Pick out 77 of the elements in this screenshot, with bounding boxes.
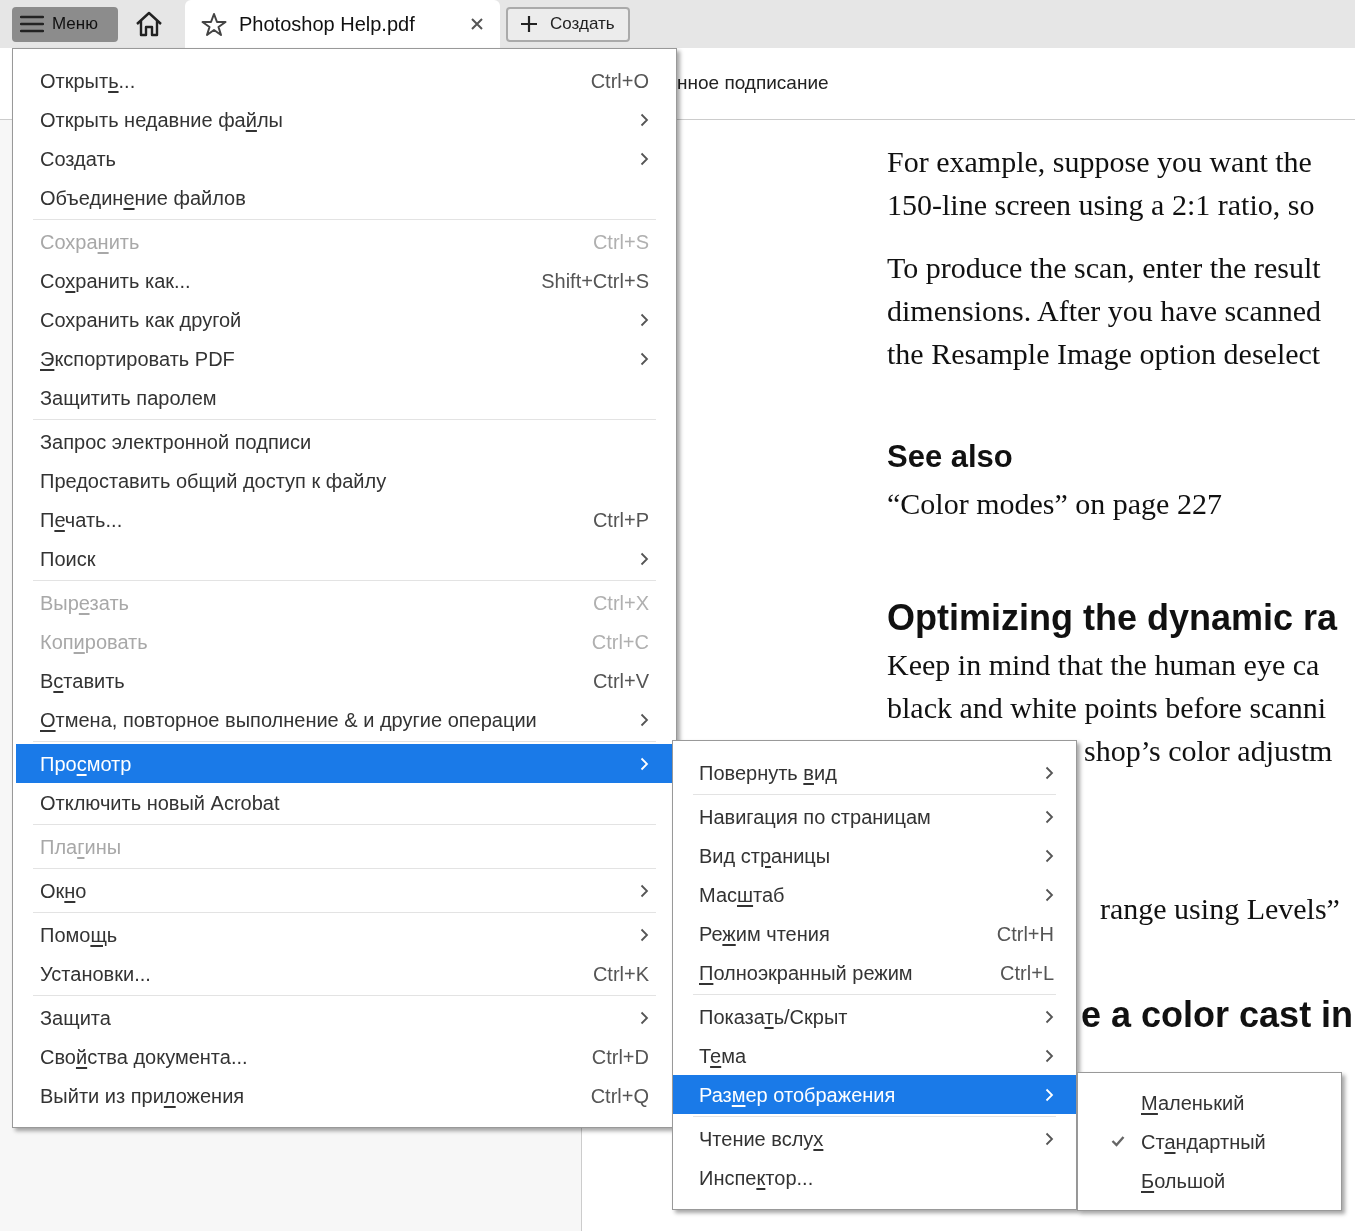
chevron-right-icon bbox=[640, 351, 649, 366]
menu-item[interactable]: Открыть недавние файлы bbox=[16, 100, 673, 139]
section-heading: Optimizing the dynamic ra bbox=[887, 596, 1338, 640]
document-text-line: black and white points before scanni bbox=[887, 690, 1327, 726]
menu-item[interactable]: Экспортировать PDF bbox=[16, 339, 673, 378]
chevron-right-icon bbox=[1045, 848, 1054, 863]
plus-icon bbox=[520, 15, 538, 33]
document-text-line: To produce the scan, enter the result bbox=[887, 250, 1321, 286]
chevron-right-icon bbox=[640, 551, 649, 566]
chevron-right-icon bbox=[640, 756, 649, 771]
menu-item[interactable]: Тема bbox=[673, 1036, 1076, 1075]
chevron-right-icon bbox=[1045, 1087, 1054, 1102]
chevron-right-icon bbox=[640, 312, 649, 327]
menu-item[interactable]: Сохранить как... Shift+Ctrl+S bbox=[16, 261, 673, 300]
toolbar-label: нное подписание bbox=[677, 71, 829, 96]
chevron-right-icon bbox=[1045, 887, 1054, 902]
document-text-line: dimensions. After you have scanned bbox=[887, 293, 1322, 329]
document-text-line: shop’s color adjustm bbox=[1084, 733, 1333, 769]
create-button[interactable]: Создать bbox=[506, 6, 630, 42]
document-text-line: the Resample Image option deselect bbox=[887, 336, 1321, 372]
chevron-right-icon bbox=[1045, 809, 1054, 824]
menu-item[interactable]: Отмена, повторное выполнение & и другие операции bbox=[16, 700, 673, 739]
document-text-line: For example, suppose you want the bbox=[887, 144, 1312, 180]
section-heading: e a color cast in bbox=[1081, 993, 1354, 1037]
menu-option[interactable]: Большой bbox=[1078, 1161, 1341, 1200]
menu-item[interactable]: Размер отображения bbox=[673, 1075, 1076, 1114]
chevron-right-icon bbox=[640, 927, 649, 942]
document-text-line: range using Levels” bbox=[1100, 891, 1340, 927]
menu-item[interactable]: Окно bbox=[16, 871, 673, 910]
menu-item[interactable]: Создать bbox=[16, 139, 673, 178]
tab-title: Photoshop Help.pdf bbox=[239, 12, 416, 37]
menu-option[interactable]: Маленький bbox=[1078, 1083, 1341, 1122]
menu-item[interactable]: Навигация по страницам bbox=[673, 797, 1076, 836]
menu-item[interactable]: Установки... Ctrl+K bbox=[16, 954, 673, 993]
menu-item[interactable]: Защитить паролем bbox=[16, 378, 673, 417]
menu-item[interactable]: Повернуть вид bbox=[673, 753, 1076, 792]
menu-item[interactable]: Свойства документа... Ctrl+D bbox=[16, 1037, 673, 1076]
document-text-line: Keep in mind that the human eye ca bbox=[887, 647, 1320, 683]
menu-item[interactable]: Печать... Ctrl+P bbox=[16, 500, 673, 539]
chevron-right-icon bbox=[1045, 765, 1054, 780]
menu-item[interactable]: Выйти из приложения Ctrl+Q bbox=[16, 1076, 673, 1115]
star-icon bbox=[201, 11, 227, 37]
menu-item[interactable]: Объединение файлов bbox=[16, 178, 673, 217]
menu-option[interactable]: Стандартный bbox=[1078, 1122, 1341, 1161]
home-icon bbox=[135, 11, 163, 37]
chevron-right-icon bbox=[640, 883, 649, 898]
menu-item[interactable]: Просмотр bbox=[16, 744, 673, 783]
menu-icon bbox=[20, 15, 44, 33]
menu-item[interactable]: Режим чтения Ctrl+H bbox=[673, 914, 1076, 953]
menu-button[interactable]: Меню bbox=[12, 6, 118, 42]
menu-item[interactable]: Полноэкранный режим Ctrl+L bbox=[673, 953, 1076, 992]
chevron-right-icon bbox=[1045, 1009, 1054, 1024]
chevron-right-icon bbox=[640, 712, 649, 727]
menu-item[interactable]: Запрос электронной подписи bbox=[16, 422, 673, 461]
chevron-right-icon bbox=[1045, 1131, 1054, 1146]
chevron-right-icon bbox=[640, 1010, 649, 1025]
menu-item[interactable]: Открыть... Ctrl+O bbox=[16, 61, 673, 100]
section-heading: See also bbox=[887, 438, 1013, 476]
menu-item[interactable]: Чтение вслух bbox=[673, 1119, 1076, 1158]
chevron-right-icon bbox=[640, 112, 649, 127]
menu-item[interactable]: Поиск bbox=[16, 539, 673, 578]
close-icon[interactable] bbox=[470, 17, 484, 31]
menu-item[interactable]: Сохранить как другой bbox=[16, 300, 673, 339]
menu-item[interactable]: Показать/Скрыт bbox=[673, 997, 1076, 1036]
menu-item[interactable]: Инспектор... bbox=[673, 1158, 1076, 1197]
chevron-right-icon bbox=[1045, 1048, 1054, 1063]
menu-item[interactable]: Отключить новый Acrobat bbox=[16, 783, 673, 822]
menu-item[interactable]: Предоставить общий доступ к файлу bbox=[16, 461, 673, 500]
menu-item[interactable]: Масштаб bbox=[673, 875, 1076, 914]
menu-item[interactable]: Вставить Ctrl+V bbox=[16, 661, 673, 700]
menu-item[interactable]: Помощь bbox=[16, 915, 673, 954]
menu-item[interactable]: Вид страницы bbox=[673, 836, 1076, 875]
chevron-right-icon bbox=[640, 151, 649, 166]
document-tab[interactable]: Photoshop Help.pdf bbox=[185, 0, 500, 48]
document-text-line: 150-line screen using a 2:1 ratio, so bbox=[887, 187, 1315, 223]
menu-item[interactable]: Защита bbox=[16, 998, 673, 1037]
document-text-line: “Color modes” on page 227 bbox=[887, 486, 1222, 522]
